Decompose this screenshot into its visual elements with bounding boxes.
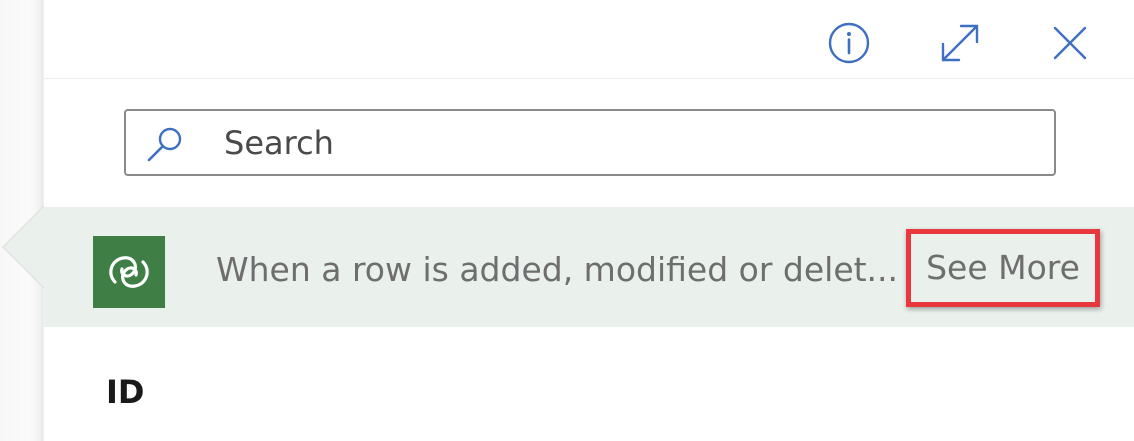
dataverse-logo [93, 236, 165, 308]
close-button[interactable] [1047, 20, 1093, 66]
search-input[interactable] [224, 111, 1024, 174]
action-flyout-panel: When a row is added, modified or delet..… [44, 0, 1134, 441]
id-field-label: ID [106, 373, 145, 411]
close-icon [1053, 26, 1087, 60]
see-more-button[interactable]: See More [914, 237, 1092, 299]
search-box[interactable] [124, 109, 1056, 176]
panel-header [44, 0, 1134, 79]
trigger-title: When a row is added, modified or delet..… [216, 250, 899, 289]
info-icon [828, 22, 870, 64]
search-icon [147, 127, 182, 162]
callout-pointer [4, 207, 44, 287]
dataverse-logo-icon [109, 256, 149, 288]
flyout-stage: When a row is added, modified or delet..… [0, 0, 1134, 441]
expand-icon [941, 24, 979, 62]
expand-button[interactable] [937, 20, 983, 66]
info-button[interactable] [826, 20, 872, 66]
trigger-card[interactable]: When a row is added, modified or delet..… [44, 207, 1134, 327]
